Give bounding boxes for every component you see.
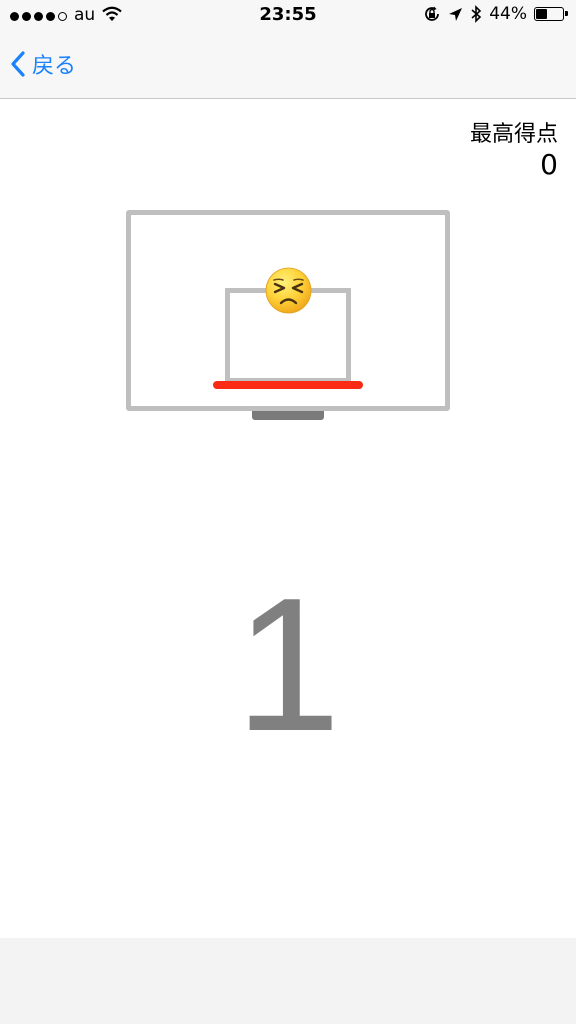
hoop-bracket bbox=[252, 411, 324, 420]
battery-nub bbox=[565, 11, 568, 16]
navigation-bar: 戻る bbox=[0, 34, 576, 99]
back-button[interactable]: 戻る bbox=[10, 48, 76, 80]
best-score-value: 0 bbox=[540, 148, 558, 181]
persevering-face-emoji-icon[interactable] bbox=[265, 267, 312, 314]
footer-bar bbox=[0, 938, 576, 1024]
rotation-lock-icon bbox=[425, 6, 440, 21]
battery-fill bbox=[536, 9, 547, 19]
location-arrow-icon bbox=[449, 7, 463, 21]
battery-icon bbox=[534, 7, 568, 21]
best-score-label: 最高得点 bbox=[469, 122, 558, 147]
battery-percent: 44% bbox=[489, 4, 527, 24]
basketball-hoop bbox=[213, 381, 363, 389]
chevron-left-icon bbox=[11, 51, 25, 77]
status-right: 44% bbox=[423, 4, 568, 24]
current-score: 1 bbox=[235, 559, 341, 771]
back-label: 戻る bbox=[32, 54, 77, 79]
bluetooth-icon bbox=[471, 5, 482, 23]
status-bar: au 23:55 44% bbox=[0, 0, 576, 34]
